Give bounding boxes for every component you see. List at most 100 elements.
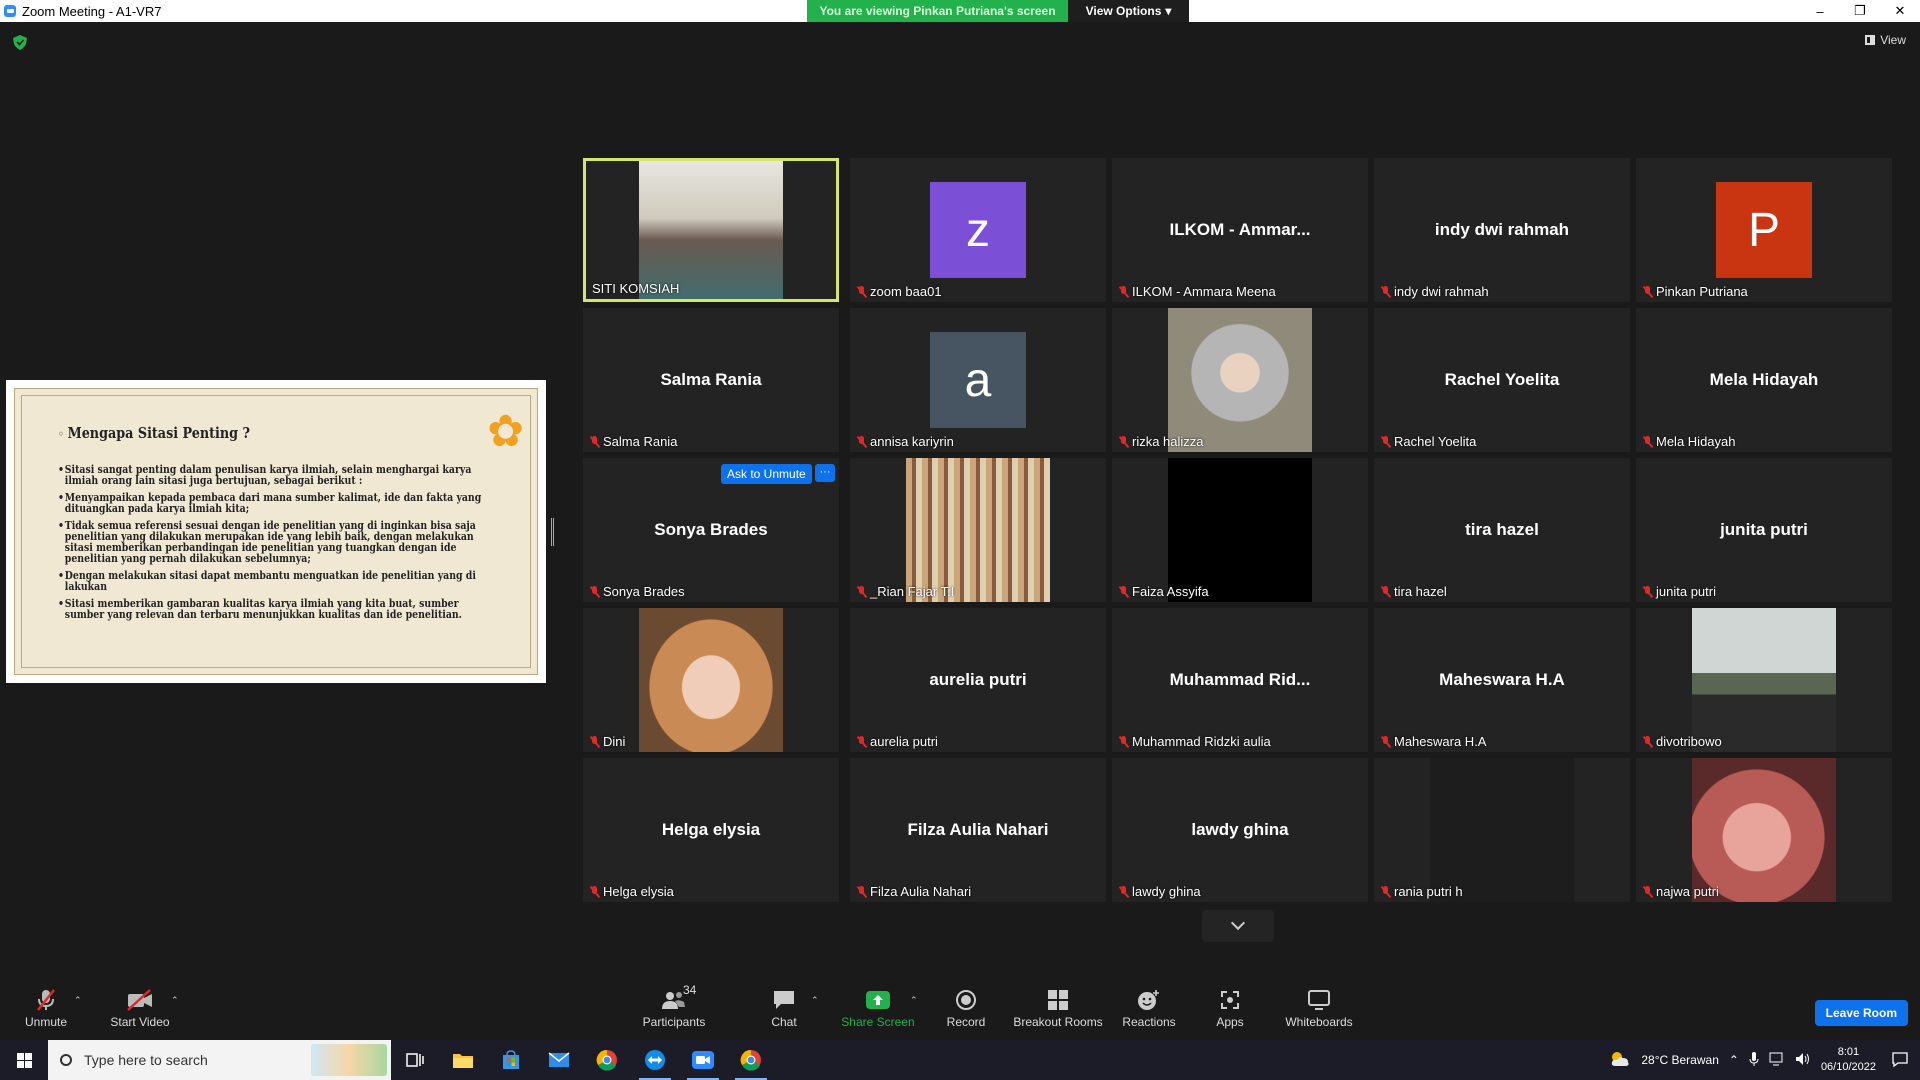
participant-tile[interactable]: tira hazel tira hazel bbox=[1374, 458, 1630, 602]
chat-options-caret-icon[interactable]: ⌃ bbox=[811, 995, 821, 1005]
participant-tile[interactable]: z zoom baa01 bbox=[850, 158, 1106, 302]
video-options-caret-icon[interactable]: ⌃ bbox=[171, 995, 181, 1005]
chevron-up-icon[interactable]: ⌃ bbox=[1729, 1053, 1739, 1067]
participant-tile[interactable]: _Rian Fajar T.I bbox=[850, 458, 1106, 602]
minimize-icon[interactable]: – bbox=[1800, 0, 1840, 22]
panel-resize-handle[interactable] bbox=[551, 518, 554, 546]
participant-tile[interactable]: Helga elysia Helga elysia bbox=[583, 758, 839, 902]
muted-microphone-icon bbox=[1380, 285, 1391, 298]
microsoft-store-icon[interactable] bbox=[487, 1040, 535, 1080]
view-layout-button[interactable]: View bbox=[1865, 33, 1906, 47]
more-options-icon[interactable]: ··· bbox=[815, 464, 835, 482]
unmute-button[interactable]: Unmute bbox=[18, 975, 74, 1040]
muted-microphone-icon bbox=[1642, 285, 1653, 298]
weather-text[interactable]: 28°C Berawan bbox=[1641, 1053, 1719, 1067]
ask-to-unmute-button[interactable]: Ask to Unmute bbox=[721, 464, 812, 484]
participant-tile[interactable]: SITI KOMSIAH bbox=[583, 158, 839, 302]
participant-name: zoom baa01 bbox=[870, 284, 942, 299]
participant-name: Helga elysia bbox=[603, 884, 674, 899]
slide-title: Mengapa Sitasi Penting ? bbox=[58, 424, 434, 442]
chat-label: Chat bbox=[771, 1014, 797, 1029]
chat-button[interactable]: Chat bbox=[760, 975, 808, 1040]
participant-tile[interactable]: Sonya Brades Ask to Unmute ··· Sonya Brades bbox=[583, 458, 839, 602]
participant-name: tira hazel bbox=[1394, 584, 1447, 599]
windows-logo-icon bbox=[16, 1052, 32, 1068]
participant-tile[interactable]: lawdy ghina lawdy ghina bbox=[1112, 758, 1368, 902]
view-options-label: View Options bbox=[1085, 4, 1162, 18]
restore-icon[interactable]: ❐ bbox=[1840, 0, 1880, 22]
volume-icon[interactable] bbox=[1795, 1052, 1811, 1069]
search-highlight-illustration bbox=[311, 1044, 387, 1076]
muted-microphone-icon bbox=[1118, 435, 1129, 448]
microphone-icon[interactable] bbox=[1749, 1051, 1759, 1069]
participant-tile[interactable]: indy dwi rahmah indy dwi rahmah bbox=[1374, 158, 1630, 302]
start-video-button[interactable]: Start Video bbox=[104, 975, 176, 1040]
participant-tile[interactable]: aurelia putri aurelia putri bbox=[850, 608, 1106, 752]
participant-display-name: aurelia putri bbox=[929, 670, 1027, 689]
apps-button[interactable]: Apps bbox=[1210, 975, 1250, 1040]
share-screen-button[interactable]: Share Screen bbox=[838, 975, 918, 1040]
breakout-rooms-button[interactable]: Breakout Rooms bbox=[1012, 975, 1104, 1040]
muted-microphone-icon bbox=[1380, 885, 1391, 898]
taskbar-search-box[interactable]: Type here to search bbox=[48, 1040, 391, 1080]
participants-button[interactable]: 34 Participants bbox=[638, 975, 710, 1040]
windows-start-button[interactable] bbox=[0, 1040, 48, 1080]
participant-tile[interactable]: a annisa kariyrin bbox=[850, 308, 1106, 452]
slide-bullet: Dengan melakukan sitasi dapat membantu m… bbox=[58, 570, 490, 592]
participant-video bbox=[1430, 758, 1574, 902]
participant-tile[interactable]: ILKOM - Ammar... ILKOM - Ammara Meena bbox=[1112, 158, 1368, 302]
window-title: Zoom Meeting - A1-VR7 bbox=[22, 3, 162, 19]
participant-tile[interactable]: Rachel Yoelita Rachel Yoelita bbox=[1374, 308, 1630, 452]
close-icon[interactable]: ✕ bbox=[1880, 0, 1920, 22]
participant-tile[interactable]: najwa putri bbox=[1636, 758, 1892, 902]
participant-name-label: zoom baa01 bbox=[854, 282, 946, 302]
participant-tile[interactable]: Muhammad Rid... Muhammad Ridzki aulia bbox=[1112, 608, 1368, 752]
reactions-button[interactable]: Reactions bbox=[1118, 975, 1180, 1040]
view-options-button[interactable]: View Options ▾ bbox=[1068, 0, 1189, 22]
participant-video bbox=[639, 608, 783, 752]
participant-tile[interactable]: rizka halizza bbox=[1112, 308, 1368, 452]
task-view-icon[interactable] bbox=[391, 1040, 439, 1080]
unmute-label: Unmute bbox=[24, 1014, 68, 1029]
participant-tile[interactable]: Filza Aulia Nahari Filza Aulia Nahari bbox=[850, 758, 1106, 902]
participant-tile[interactable]: divotribowo bbox=[1636, 608, 1892, 752]
participant-tile[interactable]: P Pinkan Putriana bbox=[1636, 158, 1892, 302]
participant-tile[interactable]: Dini bbox=[583, 608, 839, 752]
participant-name: Muhammad Ridzki aulia bbox=[1132, 734, 1271, 749]
gallery-next-page-button[interactable] bbox=[1202, 910, 1274, 942]
system-tray: 28°C Berawan ⌃ 8:01 06/10/2022 bbox=[1609, 1040, 1920, 1080]
whiteboards-button[interactable]: Whiteboards bbox=[1278, 975, 1360, 1040]
taskbar-clock[interactable]: 8:01 06/10/2022 bbox=[1821, 1045, 1876, 1075]
notifications-icon[interactable] bbox=[1892, 1051, 1908, 1070]
leave-room-button[interactable]: Leave Room bbox=[1814, 1000, 1908, 1026]
weather-cloud-icon[interactable] bbox=[1609, 1051, 1631, 1070]
shared-screen[interactable]: ✿ Mengapa Sitasi Penting ? Sitasi sangat… bbox=[6, 380, 546, 683]
slide-bullet-list: Sitasi sangat penting dalam penulisan ka… bbox=[58, 464, 500, 620]
participant-tile[interactable]: Faiza Assyifa bbox=[1112, 458, 1368, 602]
participant-tile[interactable]: Mela Hidayah Mela Hidayah bbox=[1636, 308, 1892, 452]
network-icon[interactable] bbox=[1769, 1052, 1785, 1069]
participant-display-name: junita putri bbox=[1720, 520, 1808, 539]
participant-tile[interactable]: Maheswara H.A Maheswara H.A bbox=[1374, 608, 1630, 752]
mail-icon[interactable] bbox=[535, 1040, 583, 1080]
participant-tile[interactable]: Salma Rania Salma Rania bbox=[583, 308, 839, 452]
chrome-profile-icon[interactable] bbox=[727, 1040, 775, 1080]
teamviewer-icon[interactable] bbox=[631, 1040, 679, 1080]
zoom-app-icon[interactable] bbox=[679, 1040, 727, 1080]
audio-options-caret-icon[interactable]: ⌃ bbox=[74, 995, 84, 1005]
participant-video bbox=[1692, 608, 1836, 752]
share-options-caret-icon[interactable]: ⌃ bbox=[910, 995, 920, 1005]
muted-microphone-icon bbox=[589, 885, 600, 898]
record-button[interactable]: Record bbox=[940, 975, 992, 1040]
participant-name: junita putri bbox=[1656, 584, 1716, 599]
participant-tile[interactable]: rania putri h bbox=[1374, 758, 1630, 902]
file-explorer-icon[interactable] bbox=[439, 1040, 487, 1080]
chrome-icon[interactable] bbox=[583, 1040, 631, 1080]
viewing-screen-label: You are viewing Pinkan Putriana's screen bbox=[807, 0, 1068, 22]
encryption-shield-icon[interactable] bbox=[13, 35, 27, 50]
participant-name-label: Muhammad Ridzki aulia bbox=[1116, 732, 1275, 752]
participant-tile[interactable]: junita putri junita putri bbox=[1636, 458, 1892, 602]
participant-name-label: rania putri h bbox=[1378, 882, 1467, 902]
view-layout-label: View bbox=[1880, 33, 1906, 47]
participant-name: SITI KOMSIAH bbox=[592, 281, 680, 296]
